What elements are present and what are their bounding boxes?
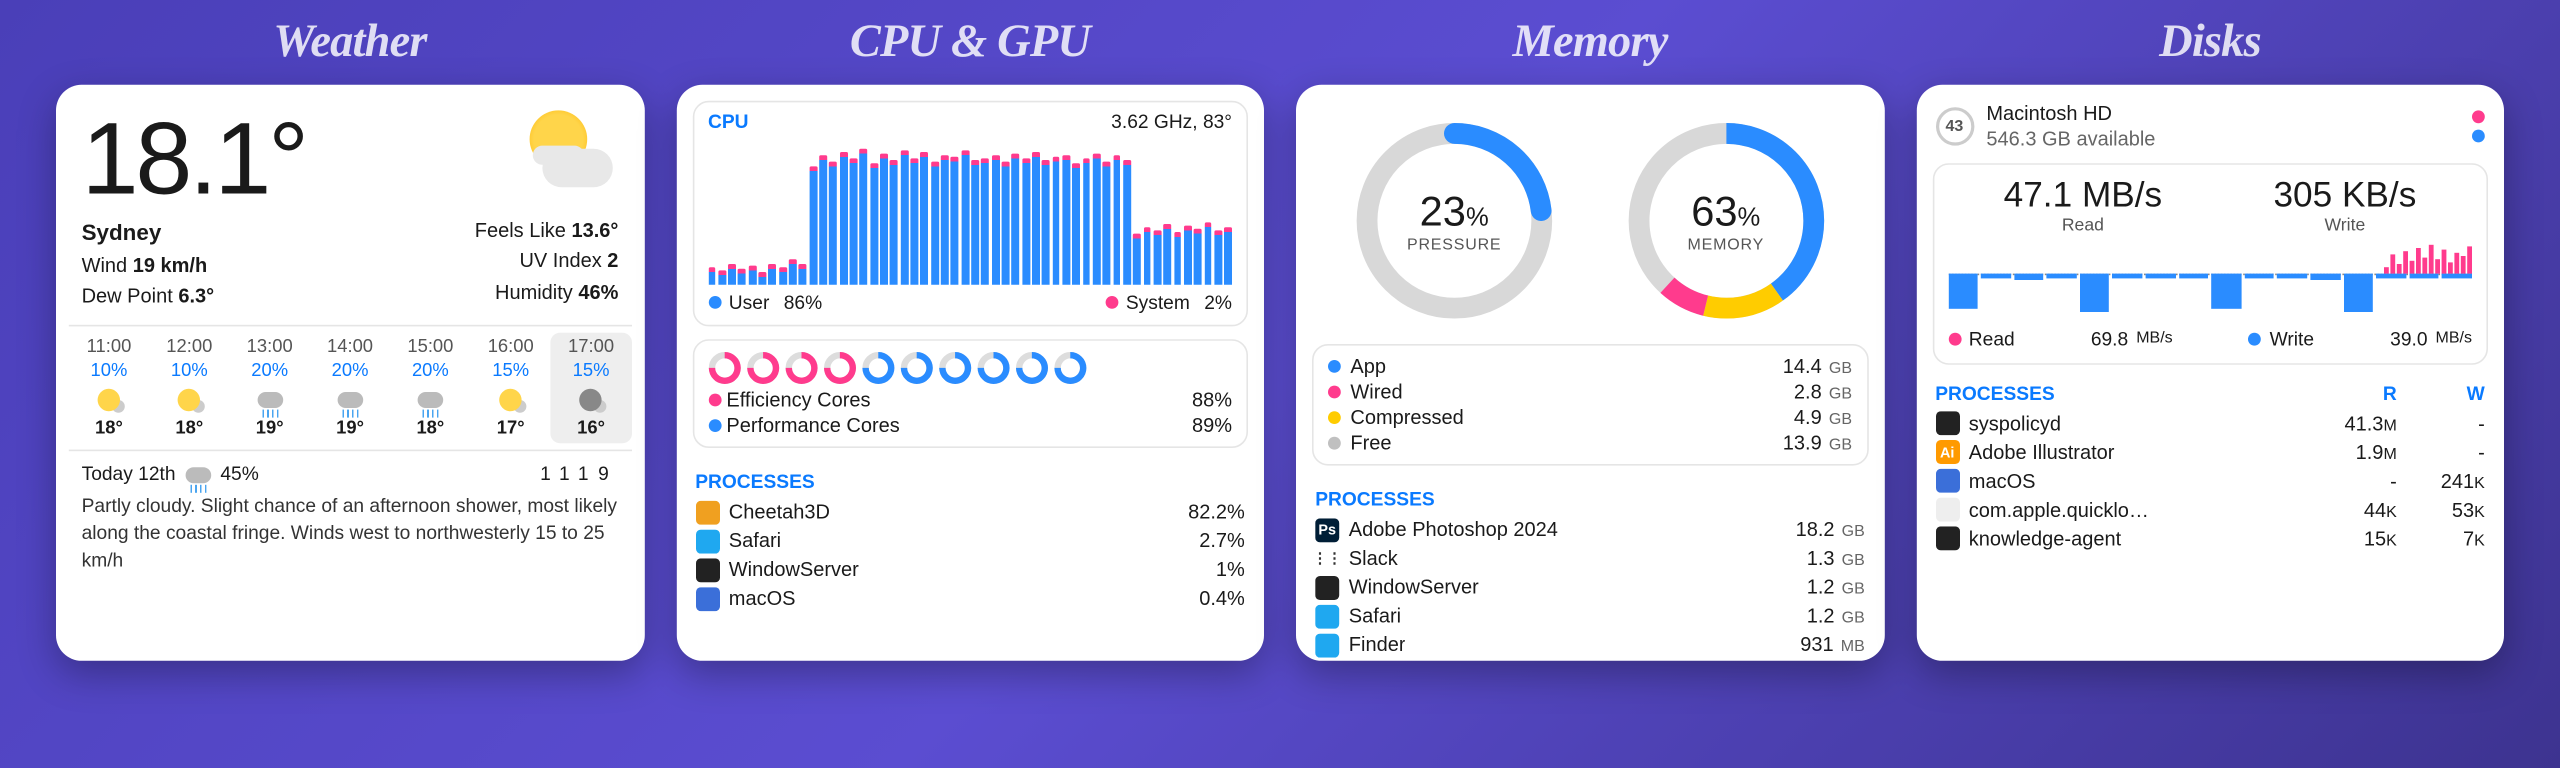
process-row[interactable]: knowledge-agent15K7K [1932, 524, 2488, 553]
memory-row: App14.4 GB [1328, 354, 1852, 380]
core-rings [694, 341, 1247, 387]
write-legend: Write [2249, 327, 2314, 349]
rain-icon [185, 467, 211, 483]
process-row[interactable]: com.apple.quicklo…44K53K [1932, 495, 2488, 524]
memory-row: Compressed4.9 GB [1328, 405, 1852, 431]
process-row[interactable]: Finder931 MB [1312, 630, 1868, 659]
read-legend: Read [1948, 327, 2015, 349]
today-hilo: 1119 [540, 462, 618, 489]
location-label: Sydney [82, 216, 215, 251]
process-row[interactable]: WindowServer1.2 GB [1312, 573, 1868, 602]
disks-card: 43 Macintosh HD 546.3 GB available 47.1 … [1916, 85, 2504, 661]
hourly-slot[interactable]: 16:0015%17° [471, 334, 551, 444]
current-temp: 18.1° [82, 107, 306, 209]
disk-available: 546.3 GB available [1986, 127, 2459, 153]
hourly-slot[interactable]: 17:0015%16° [551, 334, 631, 444]
memory-gauge: 63%MEMORY [1622, 117, 1830, 325]
section-title-memory: Memory [1296, 16, 1884, 69]
perf-cores-row: Performance Cores89% [694, 413, 1247, 447]
cpu-user-legend: User86% [708, 291, 822, 313]
pressure-gauge: 23%PRESSURE [1350, 117, 1558, 325]
process-row[interactable]: ⋮⋮Slack1.3 GB [1312, 544, 1868, 573]
hourly-slot[interactable]: 13:0020%19° [230, 334, 310, 444]
write-rate: 305 KB/sWrite [2273, 174, 2416, 235]
section-title-disks: Disks [1916, 16, 2504, 69]
process-row[interactable]: Cheetah3D82.2% [692, 498, 1248, 527]
hourly-slot[interactable]: 15:0020%18° [390, 334, 470, 444]
weather-condition-icon [506, 107, 618, 197]
process-row[interactable]: syspolicyd41.3M- [1932, 409, 2488, 438]
disk-processes-header: PROCESSES RW [1932, 377, 2488, 409]
read-indicator-icon [2472, 130, 2485, 143]
write-indicator-icon [2472, 111, 2485, 124]
humidity-row: Humidity 46% [475, 278, 619, 309]
cpu-card: CPU 3.62 GHz, 83° User86% System2% Effic… [676, 85, 1264, 661]
memory-row: Free13.9 GB [1328, 430, 1852, 456]
hourly-slot[interactable]: 14:0020%19° [310, 334, 390, 444]
cpu-freq-temp: 3.62 GHz, 83° [1111, 110, 1232, 132]
memory-row: Wired2.8 GB [1328, 379, 1852, 405]
hourly-forecast[interactable]: 11:0010%18°12:0010%18°13:0020%19°14:0020… [69, 326, 631, 452]
cpu-system-legend: System2% [1105, 291, 1232, 313]
wind-row: Wind 19 km/h [82, 251, 215, 282]
uvindex-row: UV Index 2 [475, 247, 619, 278]
memory-breakdown: App14.4 GBWired2.8 GBCompressed4.9 GBFre… [1312, 344, 1868, 466]
section-title-weather: Weather [56, 16, 644, 69]
disk-temp-badge: 43 [1935, 108, 1973, 146]
process-row[interactable]: AiAdobe Illustrator1.9M- [1932, 438, 2488, 467]
memory-card: 23%PRESSURE 63%MEMORY App14.4 GBWired2.8… [1296, 85, 1884, 661]
process-row[interactable]: macOS0.4% [692, 584, 1248, 613]
cpu-processes-header: PROCESSES [692, 461, 1248, 498]
today-description: Partly cloudy. Slight chance of an after… [82, 493, 619, 574]
process-row[interactable]: PsAdobe Photoshop 202418.2 GB [1312, 515, 1868, 544]
today-label: Today 12th 45% [82, 462, 259, 489]
hourly-slot[interactable]: 11:0010%18° [69, 334, 149, 444]
hourly-slot[interactable]: 12:0010%18° [149, 334, 229, 444]
section-title-cpu: CPU & GPU [676, 16, 1264, 69]
eff-cores-row: Efficiency Cores88% [694, 387, 1247, 413]
memory-processes-header: PROCESSES [1312, 478, 1868, 515]
process-row[interactable]: macOS-241K [1932, 466, 2488, 495]
disk-io-chart [1948, 241, 2472, 318]
cpu-usage-chart [694, 138, 1247, 285]
process-row[interactable]: WindowServer1% [692, 555, 1248, 584]
weather-card: 18.1° Sydney Wind 19 km/h Dew Point 6.3°… [56, 85, 644, 661]
feelslike-row: Feels Like 13.6° [475, 216, 619, 247]
process-row[interactable]: Safari2.7% [692, 526, 1248, 555]
dewpoint-row: Dew Point 6.3° [82, 282, 215, 313]
cpu-label: CPU [708, 110, 749, 132]
process-row[interactable]: Safari1.2 GB [1312, 602, 1868, 631]
disk-name: Macintosh HD [1986, 101, 2459, 127]
read-rate: 47.1 MB/sRead [2004, 174, 2162, 235]
